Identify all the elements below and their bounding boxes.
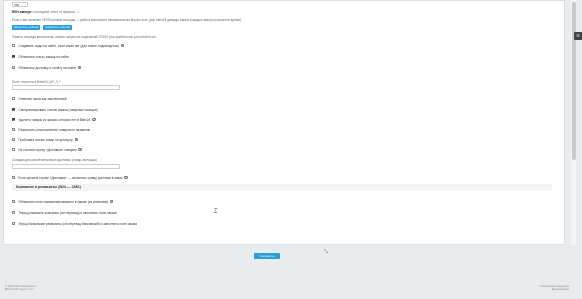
- option-label: Обновлять доставку и оплату на сайте: [18, 65, 76, 70]
- queue-hint: Пакеты очереди выполнены, можно запустит…: [12, 35, 156, 39]
- option-label: Текущ банковские реквизиты (с/п-перевод-…: [18, 221, 137, 226]
- checkbox[interactable]: [12, 117, 16, 122]
- option-row[interactable]: Текущ реквизиты компании (с/п-перевод) и…: [12, 210, 117, 215]
- batch-size-input[interactable]: [12, 2, 28, 7]
- field-a-help[interactable]: ?: [59, 80, 61, 84]
- field-b-label: Складка для расчёта/наличия доставки (то…: [12, 158, 97, 162]
- checkbox[interactable]: [12, 127, 16, 132]
- docs-link[interactable]: Документация: [540, 288, 569, 291]
- mouse-cursor-icon: ⌶: [214, 209, 218, 215]
- help-circle-icon[interactable]: ?: [92, 117, 96, 122]
- rsh-label: RSH-импорт:: [12, 10, 33, 14]
- option-label: Отвечать заказ как законченный: [18, 96, 67, 101]
- option-row[interactable]: Разрешить сопоставление товаров по назва…: [12, 127, 90, 132]
- field-a-label-text: Поле точности в Bitrix24 (UF_*): [12, 80, 59, 84]
- sidebar-toggle-icon[interactable]: ☰: [574, 32, 582, 40]
- option-label: Создавать лиды на сайте, если заказ нет …: [18, 43, 119, 48]
- option-row[interactable]: Обновлять поле компания/реквизиты в зака…: [12, 199, 114, 204]
- checkbox[interactable]: [12, 175, 16, 180]
- option-label: Текущ реквизиты компании (с/п-перевод) и…: [18, 210, 117, 215]
- footer-links: Техническая поддержка Документация: [540, 285, 569, 292]
- checkbox[interactable]: [12, 147, 16, 152]
- settings-card: RSH-импорт: последний ответ от запуска: …: [3, 0, 565, 245]
- delivery-stub-input[interactable]: [12, 164, 120, 169]
- footer-version-line: Bitrix24 API версия 7.2.7: [5, 288, 35, 292]
- checkbox[interactable]: [12, 137, 16, 142]
- scrollbar-thumb[interactable]: [571, 2, 576, 160]
- section-heading: Компании и реквизиты (B24 — CMS): [12, 184, 552, 191]
- option-row[interactable]: Текущ банковские реквизиты (с/п-перевод-…: [12, 221, 137, 226]
- option-row[interactable]: Не считать строку «Доставка» товаром ?: [12, 147, 82, 152]
- checkbox[interactable]: [12, 96, 16, 101]
- option-row[interactable]: Удалять товары из заказа, которых нет в …: [12, 117, 96, 122]
- checkbox[interactable]: [12, 210, 16, 215]
- checkbox[interactable]: [12, 65, 16, 70]
- help-circle-icon[interactable]: ?: [78, 147, 82, 152]
- option-row[interactable]: Обновлять статус заказа на сайте: [12, 54, 69, 59]
- option-row[interactable]: Обновлять доставку и оплату на сайте ?: [12, 65, 82, 70]
- checkbox[interactable]: [12, 107, 16, 112]
- option-label: Не считать строку «Доставка» товаром: [18, 147, 77, 152]
- precision-field-input[interactable]: [12, 85, 120, 90]
- option-label: Обновлять поле компания/реквизиты в зака…: [18, 199, 109, 204]
- option-label: Синхронизировать состав заказа (товарные…: [18, 107, 98, 112]
- run-now-button[interactable]: Запустить сейчас: [12, 25, 40, 30]
- footer-copyright: © 2022-2024 intec/sales.ru Bitrix24 API …: [5, 285, 36, 292]
- help-circle-icon[interactable]: ?: [74, 137, 78, 142]
- help-circle-icon[interactable]: ?: [110, 199, 114, 204]
- help-circle-icon[interactable]: ?: [124, 175, 128, 180]
- option-row[interactable]: Создавать лиды на сайте, если заказ нет …: [12, 43, 125, 48]
- rsh-value: последний ответ от запуска: —: [33, 10, 80, 14]
- reset-button[interactable]: Сбросить очистки: [43, 25, 72, 30]
- checkbox[interactable]: [12, 43, 16, 48]
- option-row[interactable]: Если цена/на строке «Доставка» — зачисля…: [12, 175, 128, 180]
- checkbox[interactable]: [12, 199, 16, 204]
- resize-diagonal-icon[interactable]: ⤡: [324, 249, 328, 255]
- checkbox[interactable]: [12, 221, 16, 226]
- help-circle-icon[interactable]: ?: [120, 43, 125, 48]
- save-button[interactable]: Сохранить: [254, 253, 280, 259]
- option-label: Пробовать искать товар по артикулу: [18, 137, 73, 142]
- help-circle-icon[interactable]: ?: [77, 65, 82, 70]
- option-label: Обновлять статус заказа на сайте: [18, 54, 70, 59]
- option-row[interactable]: Отвечать заказ как законченный: [12, 96, 67, 101]
- checkbox[interactable]: [12, 54, 16, 59]
- option-label: Разрешить сопоставление товаров по назва…: [18, 127, 91, 132]
- rsh-line: RSH-импорт: последний ответ от запуска: …: [12, 10, 79, 14]
- option-label: Удалять товары из заказа, которых нет в …: [18, 117, 91, 122]
- option-row[interactable]: Синхронизировать состав заказа (товарные…: [12, 107, 98, 112]
- cron-note: Если у вас включен CRON-режим очереди — …: [12, 18, 242, 22]
- option-row[interactable]: Пробовать искать товар по артикулу ?: [12, 137, 78, 142]
- option-label: Если цена/на строке «Доставка» — зачисля…: [18, 175, 123, 180]
- field-a-label: Поле точности в Bitrix24 (UF_*) ?: [12, 80, 61, 84]
